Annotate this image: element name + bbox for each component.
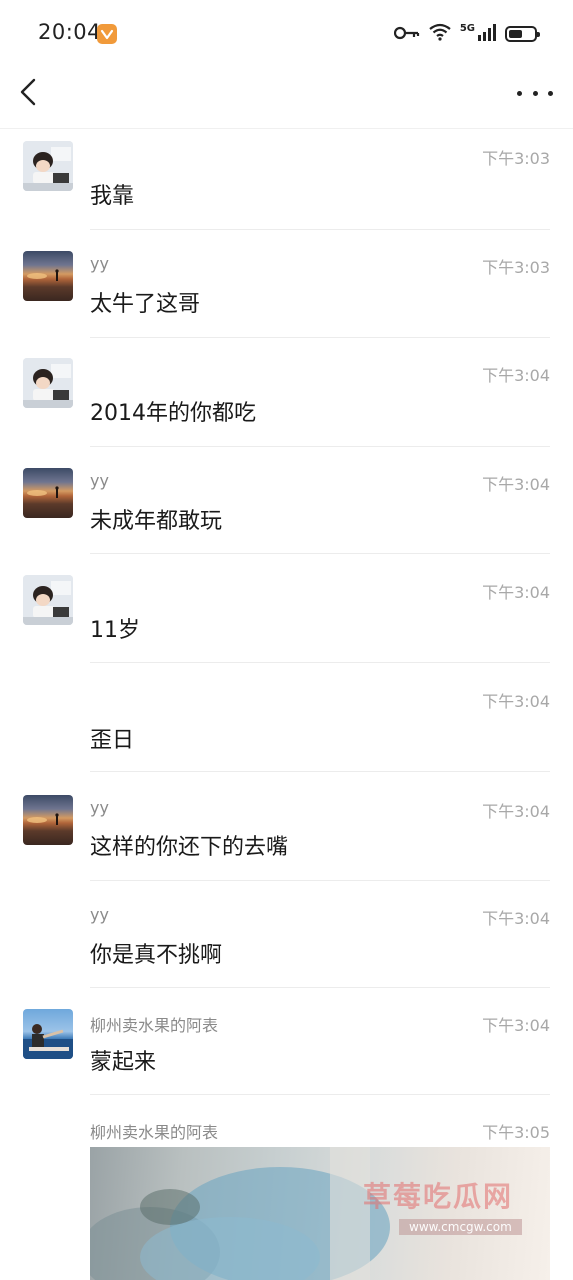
- network-type: 5G: [459, 22, 475, 34]
- message-text[interactable]: 我靠: [90, 178, 134, 210]
- message-time: 下午3:04: [482, 802, 550, 821]
- message-sender: 柳州卖水果的阿表: [90, 1123, 219, 1142]
- anime-avatar[interactable]: [23, 141, 73, 191]
- sunset-avatar[interactable]: [23, 468, 73, 518]
- anime-avatar[interactable]: [23, 575, 73, 625]
- message-time: 下午3:04: [482, 1016, 550, 1035]
- status-bar: 20:04 5G: [0, 0, 573, 66]
- sunset-avatar[interactable]: [23, 795, 73, 845]
- message-time: 下午3:03: [482, 258, 550, 277]
- sea-avatar[interactable]: [23, 1009, 73, 1059]
- message-text[interactable]: 这样的你还下的去嘴: [90, 829, 288, 861]
- message-divider: [90, 662, 550, 663]
- message-text[interactable]: 你是真不挑啊: [90, 937, 222, 969]
- signal-icon: [477, 23, 497, 45]
- message-sender: 柳州卖水果的阿表: [90, 1016, 219, 1035]
- image-message[interactable]: 草莓吃瓜网 www.cmcgw.com: [90, 1147, 550, 1280]
- sunset-avatar[interactable]: [23, 251, 73, 301]
- message-divider: [90, 337, 550, 338]
- more-button[interactable]: [517, 80, 553, 106]
- status-icons: 5G: [393, 22, 540, 46]
- watermark-url: www.cmcgw.com: [399, 1219, 522, 1235]
- more-dot: [532, 90, 538, 96]
- message-time: 下午3:04: [482, 583, 550, 602]
- message-sender: yy: [90, 254, 109, 273]
- message-divider: [90, 987, 550, 988]
- message-time: 下午3:04: [482, 366, 550, 385]
- message-divider: [90, 446, 550, 447]
- message-text[interactable]: 歪日: [90, 722, 134, 754]
- app-notification-icon: [97, 24, 117, 44]
- message-text[interactable]: 11岁: [90, 612, 140, 644]
- message-time: 下午3:03: [482, 149, 550, 168]
- watermark-title: 草莓吃瓜网: [363, 1180, 514, 1213]
- back-button[interactable]: [14, 76, 44, 110]
- message-divider: [90, 229, 550, 230]
- message-divider: [90, 771, 550, 772]
- key-icon: [393, 25, 420, 44]
- message-sender: yy: [90, 798, 109, 817]
- message-text[interactable]: 太牛了这哥: [90, 286, 200, 318]
- chevron-left-icon: [20, 78, 36, 106]
- wifi-icon: [428, 23, 452, 45]
- battery-fill: [509, 30, 522, 38]
- message-divider: [90, 553, 550, 554]
- more-dot: [517, 90, 522, 96]
- message-divider: [90, 1094, 550, 1095]
- message-sender: yy: [90, 471, 109, 490]
- message-time: 下午3:04: [482, 692, 550, 711]
- message-time: 下午3:05: [482, 1123, 550, 1142]
- anime-avatar[interactable]: [23, 358, 73, 408]
- status-time: 20:04: [38, 20, 102, 44]
- more-dot: [548, 90, 553, 96]
- message-sender: yy: [90, 905, 109, 924]
- battery-tip: [537, 32, 540, 37]
- nav-bar: [0, 66, 573, 129]
- message-time: 下午3:04: [482, 909, 550, 928]
- message-text[interactable]: 蒙起来: [90, 1044, 156, 1076]
- message-time: 下午3:04: [482, 475, 550, 494]
- message-divider: [90, 880, 550, 881]
- message-text[interactable]: 未成年都敢玩: [90, 503, 222, 535]
- message-text[interactable]: 2014年的你都吃: [90, 395, 256, 427]
- battery-icon: [505, 26, 540, 42]
